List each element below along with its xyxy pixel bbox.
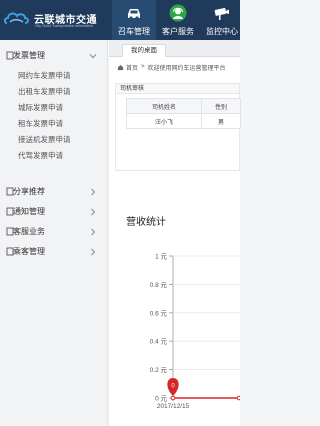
driver-table: 司机姓名 性别 汪小飞 男	[126, 98, 242, 129]
data-point	[170, 395, 176, 401]
breadcrumb-separator: >	[141, 64, 145, 70]
tab-bar: 我的桌面	[109, 40, 240, 57]
sidebar-group-customer-service[interactable]: 客服业务	[0, 222, 107, 242]
chevron-right-icon	[91, 228, 96, 236]
column-header: 性别	[200, 98, 242, 114]
y-tick-label: 0.2 元	[150, 366, 168, 374]
sidebar-item-chauffeur-invoice[interactable]: 代驾发票申请	[0, 148, 107, 164]
top-nav: 召车管理 客户服务 监控中心	[112, 0, 244, 40]
chevron-right-icon	[91, 248, 96, 256]
chevron-right-icon	[91, 188, 96, 196]
sidebar-group-label: 通知管理	[13, 207, 45, 216]
y-tick-label: 0.8 元	[150, 281, 168, 289]
sidebar-group-share[interactable]: 分享推荐	[0, 182, 107, 202]
table-row[interactable]: 汪小飞 男	[126, 113, 242, 129]
sidebar-group-notification[interactable]: 通知管理	[0, 202, 107, 222]
sidebar-item-intercity-invoice[interactable]: 城际发票申请	[0, 100, 107, 116]
sidebar-group-label: 发票管理	[13, 51, 45, 60]
column-header: 司机姓名	[126, 98, 202, 114]
nav-label: 监控中心	[206, 27, 238, 36]
nav-item-monitor-center[interactable]: 监控中心	[200, 0, 244, 40]
car-icon	[128, 9, 140, 20]
x-tick-label: 2017/12/15	[157, 403, 190, 410]
sidebar-group-passenger[interactable]: 乘客管理	[0, 242, 107, 262]
home-icon	[117, 64, 124, 70]
y-tick-label: 0.6 元	[150, 309, 168, 317]
nav-label: 召车管理	[118, 27, 150, 36]
tab-my-desktop[interactable]: 我的桌面	[122, 44, 166, 57]
driver-gender-cell: 男	[200, 113, 242, 129]
y-tick-label: 1 元	[155, 253, 167, 261]
chart-title: 营收统计	[126, 217, 166, 228]
breadcrumb-current: 欢迎使用网约车运营管理平台	[147, 65, 226, 72]
y-tick-label: 0.4 元	[150, 338, 168, 346]
breadcrumb: 首页 > 欢迎使用网约车运营管理平台	[117, 62, 226, 72]
sidebar-item-airport-invoice[interactable]: 接送机发票申请	[0, 132, 107, 148]
customer-service-icon	[169, 4, 187, 22]
panel-title: 司机审核	[116, 84, 239, 94]
driver-name-cell: 汪小飞	[126, 113, 202, 129]
y-tick-label: 0 元	[155, 395, 167, 403]
chevron-down-icon	[89, 54, 97, 59]
sidebar-item-ride-hailing-invoice[interactable]: 网约车发票申请	[0, 68, 107, 84]
nav-item-car-management[interactable]: 召车管理	[112, 0, 156, 40]
nav-item-customer-service[interactable]: 客户服务	[156, 0, 200, 40]
sidebar-item-taxi-invoice[interactable]: 出租车发票申请	[0, 84, 107, 100]
chevron-right-icon	[91, 208, 96, 216]
driver-review-panel: 司机审核 司机姓名 性别 汪小飞 男	[115, 83, 242, 171]
sidebar: 发票管理 网约车发票申请 出租车发票申请 城际发票申请 租车发票申请 接送机发票…	[0, 40, 108, 426]
cloud-logo-icon	[4, 12, 29, 24]
sidebar-group-label: 分享推荐	[13, 187, 45, 196]
breadcrumb-home[interactable]: 首页	[126, 63, 138, 72]
camera-icon	[214, 8, 229, 20]
revenue-line-chart: 0 元0.2 元0.4 元0.6 元0.8 元1 元2017/12/150	[150, 253, 240, 410]
logo-subtitle: City Cloud Transportation Information	[35, 24, 93, 28]
sidebar-item-rental-invoice[interactable]: 租车发票申请	[0, 116, 107, 132]
nav-label: 客户服务	[162, 27, 194, 36]
sidebar-group-label: 乘客管理	[13, 247, 45, 256]
main-content: 我的桌面 首页 > 欢迎使用网约车运营管理平台 司机审核 司机姓名 性别 汪小飞…	[109, 40, 242, 426]
invoice-submenu: 网约车发票申请 出租车发票申请 城际发票申请 租车发票申请 接送机发票申请 代驾…	[0, 68, 107, 164]
revenue-chart: 营收统计 0 元 0.2 元 0.4 元 0.6 元 0.8 元 1 元 2017/12/1…	[109, 207, 240, 426]
sidebar-group-invoice[interactable]: 发票管理	[0, 46, 107, 66]
sidebar-group-label: 客服业务	[13, 227, 45, 236]
top-header: 云联城市交通 City Cloud Transportation Informa…	[0, 0, 240, 40]
logo[interactable]: 云联城市交通 City Cloud Transportation Informa…	[4, 8, 104, 34]
data-point	[236, 395, 240, 401]
